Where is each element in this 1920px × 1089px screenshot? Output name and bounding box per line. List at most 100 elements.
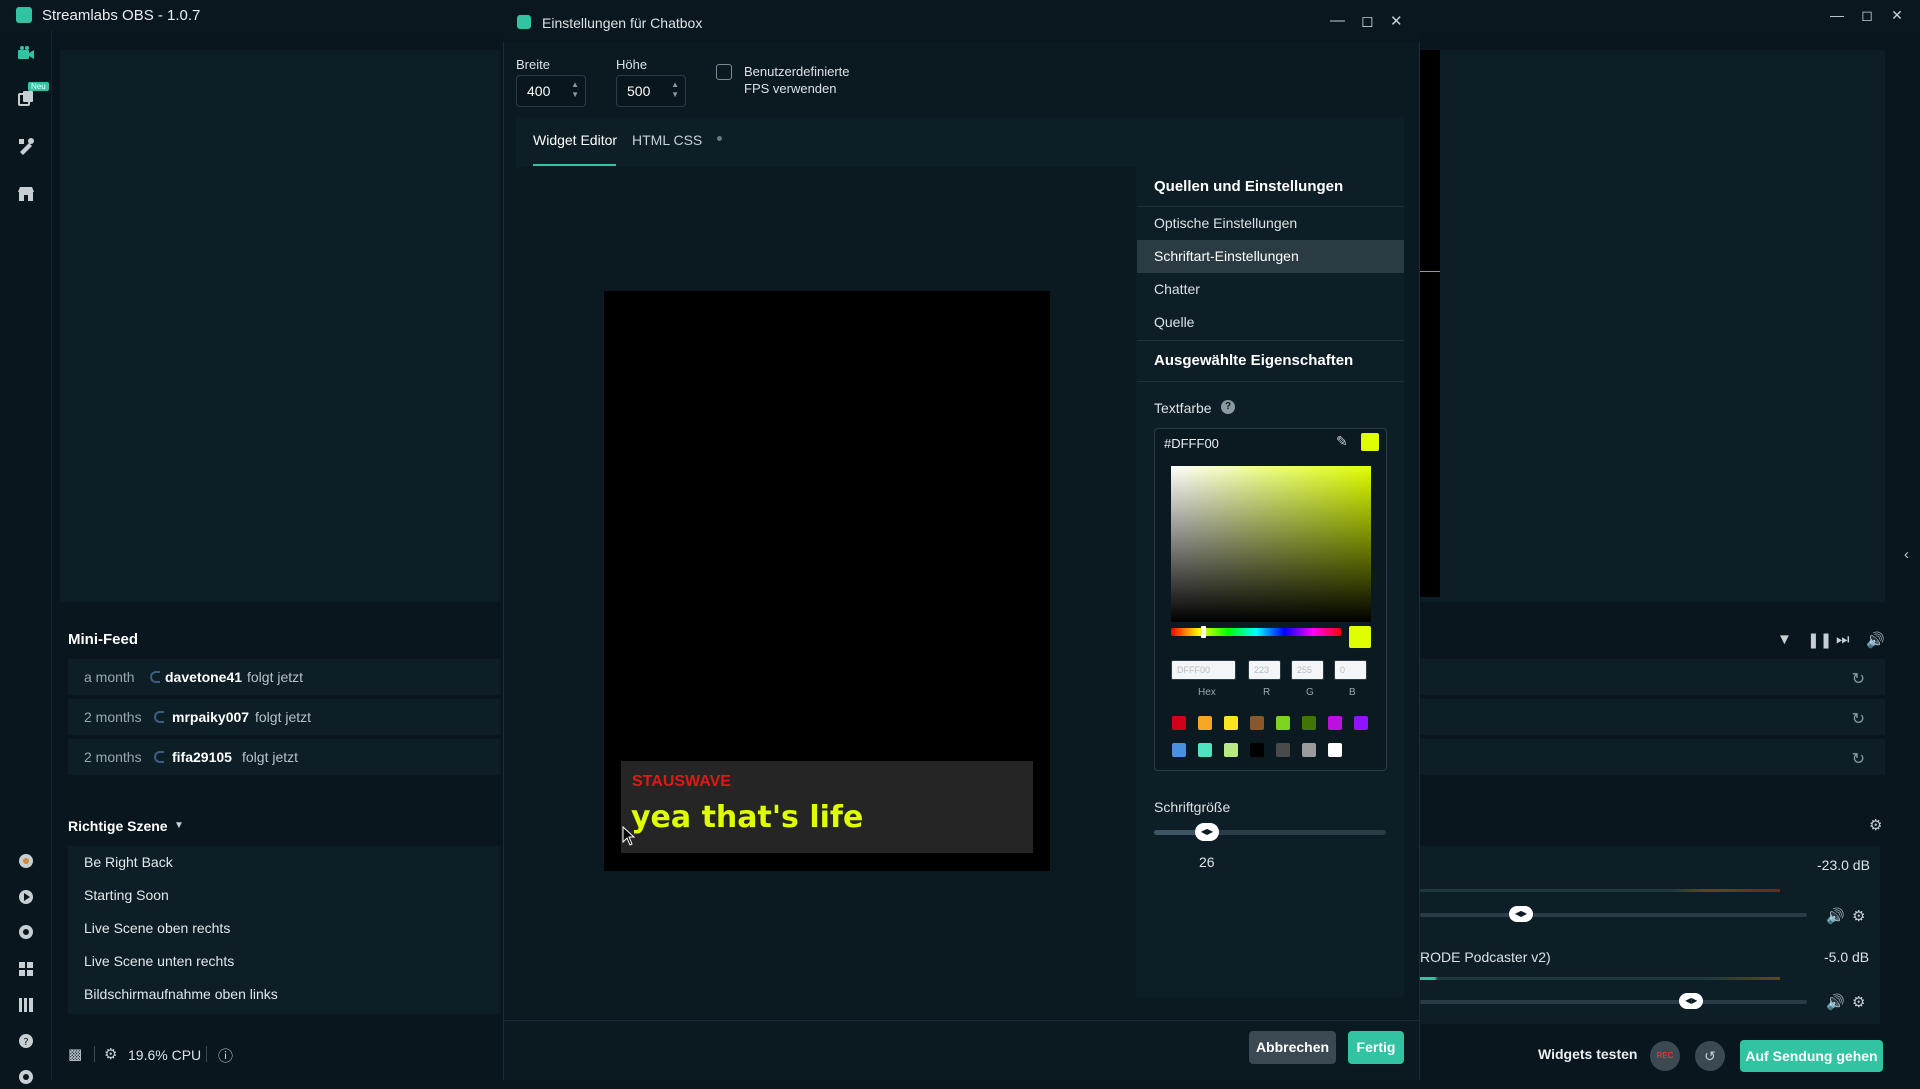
color-preset-swatch[interactable] — [1172, 716, 1186, 730]
width-value: 400 — [527, 83, 551, 99]
color-preset-swatch[interactable] — [1328, 716, 1342, 730]
chat-icon[interactable] — [14, 921, 38, 945]
help-icon[interactable]: ? — [1221, 400, 1235, 414]
record-button[interactable]: REC — [1650, 1041, 1680, 1071]
scene-item[interactable]: Bildschirmaufnahme oben links — [68, 978, 500, 1011]
color-preset-swatch[interactable] — [1224, 743, 1238, 757]
minimize-icon[interactable]: — — [1822, 4, 1852, 26]
menu-source[interactable]: Quelle — [1137, 306, 1404, 339]
cancel-button[interactable]: Abbrechen — [1249, 1031, 1336, 1064]
alert-icon[interactable] — [14, 849, 38, 873]
go-live-button[interactable]: Auf Sendung gehen — [1740, 1040, 1883, 1072]
color-preview-swatch[interactable] — [1361, 433, 1379, 451]
color-preset-swatch[interactable] — [1302, 716, 1316, 730]
mixer-settings-icon[interactable]: ⚙ — [1869, 816, 1882, 834]
font-size-value: 26 — [1199, 854, 1215, 870]
feed-row[interactable]: 2 months fifa29105 folgt jetzt — [68, 739, 500, 775]
maximize-icon[interactable]: ◻ — [1852, 4, 1882, 26]
stream-preview-left — [60, 50, 500, 602]
color-preset-swatch[interactable] — [1328, 743, 1342, 757]
eyedropper-icon[interactable]: ✎ — [1336, 433, 1348, 450]
color-preset-swatch[interactable] — [1198, 743, 1212, 757]
green-label: G — [1306, 687, 1314, 698]
highlighter-icon[interactable] — [14, 885, 38, 909]
tab-widget-editor[interactable]: Widget Editor — [533, 132, 617, 148]
mouse-cursor-icon — [622, 826, 636, 846]
refresh-icon[interactable]: ↻ — [1852, 709, 1865, 729]
volume-slider-handle[interactable]: ◀▶ — [1509, 906, 1533, 922]
color-preset-swatch[interactable] — [1198, 716, 1212, 730]
volume-slider-handle[interactable]: ◀▶ — [1679, 993, 1704, 1009]
editor-icon[interactable] — [14, 42, 38, 66]
scene-item[interactable]: Be Right Back — [68, 846, 500, 879]
green-input[interactable]: 255 — [1291, 660, 1324, 680]
color-preset-swatch[interactable] — [1276, 743, 1290, 757]
stats-icon[interactable]: ▩ — [68, 1045, 82, 1063]
layout-icon[interactable] — [14, 957, 38, 981]
left-nav: Neu ? — [0, 30, 52, 1084]
dialog-maximize-icon[interactable]: ◻ — [1361, 12, 1373, 30]
store-icon[interactable] — [14, 182, 38, 206]
dialog-minimize-icon[interactable]: — — [1330, 12, 1345, 29]
refresh-icon[interactable]: ↻ — [1852, 749, 1865, 769]
mute-icon[interactable]: 🔊 — [1826, 907, 1845, 925]
widgets-test-button[interactable]: Widgets testen — [1538, 1046, 1637, 1062]
menu-visual-settings[interactable]: Optische Einstellungen — [1137, 207, 1404, 240]
color-preset-swatch[interactable] — [1224, 716, 1238, 730]
studio-mode-icon[interactable] — [14, 993, 38, 1017]
hue-slider-handle[interactable] — [1201, 626, 1206, 638]
red-input[interactable]: 223 — [1248, 660, 1281, 680]
color-preset-swatch[interactable] — [1250, 716, 1264, 730]
chevron-down-icon[interactable]: ▼ — [174, 820, 184, 831]
height-input[interactable]: 500 ▲ ▼ — [616, 75, 686, 107]
feed-row-right: ↻ — [1420, 739, 1885, 775]
menu-font-settings[interactable]: Schriftart-Einstellungen — [1137, 240, 1404, 273]
feed-row[interactable]: 2 months mrpaiky007 folgt jetzt — [68, 699, 500, 735]
feed-time: 2 months — [84, 749, 142, 765]
color-preset-swatch[interactable] — [1172, 743, 1186, 757]
replay-buffer-icon[interactable]: ↺ — [1695, 1041, 1725, 1071]
width-stepper-icon[interactable]: ▲ ▼ — [571, 80, 579, 100]
color-preset-swatch[interactable] — [1302, 743, 1316, 757]
volume-slider-track[interactable] — [1420, 913, 1807, 917]
blue-input[interactable]: 0 — [1334, 660, 1367, 680]
width-input[interactable]: 400 ▲ ▼ — [516, 75, 586, 107]
scenes-title[interactable]: Richtige Szene — [68, 818, 168, 834]
color-preset-swatch[interactable] — [1354, 716, 1368, 730]
scene-item[interactable]: Live Scene oben rechts — [68, 912, 500, 945]
color-preset-swatch[interactable] — [1276, 716, 1290, 730]
help-icon[interactable]: ? — [14, 1029, 38, 1053]
color-preset-swatch[interactable] — [1250, 743, 1264, 757]
settings-gear-icon[interactable] — [14, 1065, 38, 1089]
follow-icon — [150, 671, 160, 683]
font-size-slider-handle[interactable]: ◀▶ — [1195, 823, 1219, 841]
channel-settings-icon[interactable]: ⚙ — [1852, 993, 1865, 1011]
feed-action: folgt jetzt — [255, 709, 312, 725]
done-button[interactable]: Fertig — [1348, 1031, 1404, 1064]
feed-row[interactable]: a month davetone41 folgt jetzt — [68, 659, 500, 695]
custom-fps-checkbox[interactable] — [716, 64, 732, 80]
filter-icon[interactable]: ▼ — [1777, 631, 1792, 648]
mixer-db: -23.0 dB — [1817, 857, 1870, 873]
mute-icon[interactable]: 🔊 — [1826, 993, 1845, 1011]
tab-html-css[interactable]: HTML CSS — [632, 132, 702, 148]
skip-icon[interactable]: ⏭ — [1836, 631, 1850, 648]
menu-chatter[interactable]: Chatter — [1137, 273, 1404, 306]
channel-settings-icon[interactable]: ⚙ — [1852, 907, 1865, 925]
hex-input[interactable]: DFFF00 — [1171, 660, 1236, 680]
pause-icon[interactable]: ❚❚ — [1807, 631, 1832, 649]
info-icon[interactable]: ⓘ — [218, 1045, 233, 1066]
scene-item[interactable]: Live Scene unten rechts — [68, 945, 500, 978]
app-store-icon[interactable] — [14, 134, 38, 158]
height-stepper-icon[interactable]: ▲ ▼ — [671, 80, 679, 100]
close-icon[interactable]: ✕ — [1882, 4, 1912, 26]
chevron-left-icon[interactable]: ‹ — [1904, 546, 1909, 563]
volume-slider-track[interactable] — [1420, 1000, 1807, 1004]
status-divider — [206, 1046, 207, 1062]
dialog-close-icon[interactable]: ✕ — [1390, 12, 1403, 30]
scene-item[interactable]: Starting Soon — [68, 879, 500, 912]
refresh-icon[interactable]: ↻ — [1852, 669, 1865, 689]
hue-slider[interactable] — [1171, 628, 1341, 636]
saturation-value-box[interactable] — [1171, 466, 1371, 622]
volume-icon[interactable]: 🔊 — [1866, 631, 1885, 649]
